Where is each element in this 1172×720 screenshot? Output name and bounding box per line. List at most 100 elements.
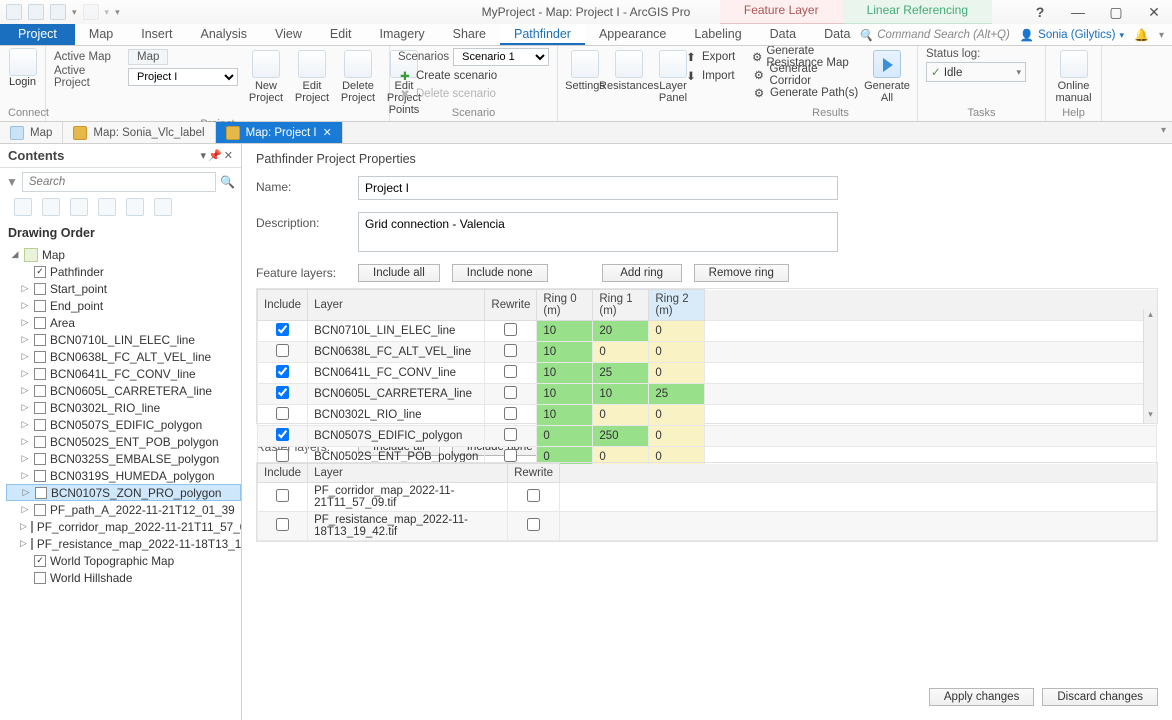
menu-tab-map[interactable]: Map bbox=[75, 24, 127, 45]
rcol-include[interactable]: Include bbox=[258, 464, 308, 483]
layer-checkbox[interactable] bbox=[34, 368, 46, 380]
rcol-layer[interactable]: Layer bbox=[308, 464, 508, 483]
ring2-cell[interactable]: 0 bbox=[649, 342, 705, 363]
layer-checkbox[interactable] bbox=[34, 385, 46, 397]
twisty-icon[interactable]: ▷ bbox=[20, 334, 30, 345]
contents-search-input[interactable] bbox=[22, 172, 216, 192]
ring1-cell[interactable]: 0 bbox=[593, 342, 649, 363]
rewrite-checkbox[interactable] bbox=[527, 489, 540, 502]
ring0-cell[interactable]: 10 bbox=[537, 405, 593, 426]
minimize-icon[interactable]: — bbox=[1064, 4, 1092, 20]
twisty-icon[interactable]: ▷ bbox=[20, 283, 30, 294]
ring1-cell[interactable]: 250 bbox=[593, 426, 649, 447]
doc-tab[interactable]: Map: Sonia_Vlc_label bbox=[63, 122, 215, 143]
layer-checkbox[interactable] bbox=[31, 521, 33, 533]
twisty-icon[interactable]: ◢ bbox=[10, 249, 20, 260]
tree-node[interactable]: ▷Start_point bbox=[6, 280, 241, 297]
tree-node[interactable]: ▷BCN0605L_CARRETERA_line bbox=[6, 382, 241, 399]
scenario-dropdown[interactable]: Scenario 1 bbox=[453, 48, 549, 66]
layer-checkbox[interactable] bbox=[34, 419, 46, 431]
description-input[interactable] bbox=[358, 212, 838, 252]
twisty-icon[interactable]: ▷ bbox=[20, 504, 30, 515]
menu-tab-analysis[interactable]: Analysis bbox=[187, 24, 262, 45]
layer-checkbox[interactable] bbox=[34, 504, 46, 516]
ring2-cell[interactable]: 0 bbox=[649, 363, 705, 384]
rewrite-checkbox[interactable] bbox=[527, 518, 540, 531]
menu-tab-project[interactable]: Project bbox=[0, 24, 75, 45]
ribbon-resistances-button[interactable]: Resistances bbox=[610, 48, 648, 94]
ring1-cell[interactable]: 0 bbox=[593, 405, 649, 426]
qat-undo-drop-icon[interactable]: ▾ bbox=[72, 7, 77, 18]
table-row[interactable]: BCN0710L_LIN_ELEC_line10200 bbox=[258, 321, 1157, 342]
table-row[interactable]: BCN0507S_EDIFIC_polygon02500 bbox=[258, 426, 1157, 447]
col-ring2[interactable]: Ring 2 (m) bbox=[649, 290, 705, 321]
layer-checkbox[interactable] bbox=[34, 402, 46, 414]
name-input[interactable] bbox=[358, 176, 838, 200]
ribbon-new-button[interactable]: New Project bbox=[244, 48, 288, 118]
twisty-icon[interactable]: ▷ bbox=[20, 436, 30, 447]
add-ring-button[interactable]: Add ring bbox=[602, 264, 682, 282]
twisty-icon[interactable]: ▷ bbox=[20, 453, 30, 464]
ring2-cell[interactable]: 0 bbox=[649, 321, 705, 342]
rewrite-checkbox[interactable] bbox=[504, 323, 517, 336]
ring2-cell[interactable]: 25 bbox=[649, 384, 705, 405]
discard-changes-button[interactable]: Discard changes bbox=[1042, 688, 1158, 706]
menu-tab-appearance[interactable]: Appearance bbox=[585, 24, 680, 45]
qat-redo-drop-icon[interactable]: ▾ bbox=[105, 7, 110, 18]
menu-tab-edit[interactable]: Edit bbox=[316, 24, 366, 45]
tree-node[interactable]: ▷BCN0107S_ZON_PRO_polygon bbox=[6, 484, 241, 501]
layer-checkbox[interactable] bbox=[34, 300, 46, 312]
twisty-icon[interactable]: ▷ bbox=[20, 368, 30, 379]
ribbon-collapse-icon[interactable]: ▾ bbox=[1159, 30, 1164, 41]
include-checkbox[interactable] bbox=[276, 428, 289, 441]
ring0-cell[interactable]: 10 bbox=[537, 363, 593, 384]
ring2-cell[interactable]: 0 bbox=[649, 405, 705, 426]
ring0-cell[interactable]: 10 bbox=[537, 321, 593, 342]
twisty-icon[interactable]: ▷ bbox=[20, 317, 30, 328]
include-checkbox[interactable] bbox=[276, 323, 289, 336]
twisty-icon[interactable]: ▷ bbox=[20, 470, 30, 481]
include-checkbox[interactable] bbox=[276, 365, 289, 378]
include-checkbox[interactable] bbox=[276, 518, 289, 531]
ring0-cell[interactable]: 10 bbox=[537, 342, 593, 363]
rewrite-checkbox[interactable] bbox=[504, 407, 517, 420]
qat-redo-icon[interactable] bbox=[83, 4, 99, 20]
table-row[interactable]: BCN0302L_RIO_line1000 bbox=[258, 405, 1157, 426]
ring1-cell[interactable]: 25 bbox=[593, 363, 649, 384]
qat-more-icon[interactable]: ▾ bbox=[115, 7, 120, 18]
layer-checkbox[interactable] bbox=[34, 283, 46, 295]
doc-tab[interactable]: Map bbox=[0, 122, 63, 143]
menu-tab-data[interactable]: Data bbox=[756, 24, 810, 45]
active-map-value[interactable]: Map bbox=[128, 49, 168, 65]
include-checkbox[interactable] bbox=[276, 344, 289, 357]
qat-save-icon[interactable] bbox=[6, 4, 22, 20]
notifications-icon[interactable]: 🔔 bbox=[1134, 28, 1149, 42]
twisty-icon[interactable]: ▷ bbox=[20, 300, 30, 311]
tree-node[interactable]: ▷PF_corridor_map_2022-11-21T11_57_09.tif bbox=[6, 518, 241, 535]
tree-node[interactable]: ▷BCN0638L_FC_ALT_VEL_line bbox=[6, 348, 241, 365]
col-layer[interactable]: Layer bbox=[308, 290, 485, 321]
layer-checkbox[interactable] bbox=[34, 453, 46, 465]
twisty-icon[interactable]: ▷ bbox=[20, 538, 27, 549]
list-by-snapping-icon[interactable] bbox=[126, 198, 144, 216]
command-search[interactable]: 🔍Command Search (Alt+Q) bbox=[859, 28, 1010, 42]
login-button[interactable]: Login bbox=[9, 76, 36, 88]
tab-close-icon[interactable]: ✕ bbox=[323, 126, 332, 139]
twisty-icon[interactable]: ▷ bbox=[20, 385, 30, 396]
gen-paths-button[interactable]: ⚙Generate Path(s) bbox=[752, 84, 859, 101]
table-row[interactable]: BCN0605L_CARRETERA_line101025 bbox=[258, 384, 1157, 405]
context-tab-linear-ref[interactable]: Linear Referencing bbox=[843, 0, 992, 24]
ring1-cell[interactable]: 20 bbox=[593, 321, 649, 342]
table-row[interactable]: PF_resistance_map_2022-11-18T13_19_42.ti… bbox=[258, 512, 1157, 541]
tree-node[interactable]: ▷BCN0302L_RIO_line bbox=[6, 399, 241, 416]
include-checkbox[interactable] bbox=[276, 386, 289, 399]
login-icon[interactable] bbox=[9, 48, 37, 76]
export-button[interactable]: ⬆Export bbox=[684, 48, 735, 65]
list-by-drawing-icon[interactable] bbox=[14, 198, 32, 216]
table-row[interactable]: BCN0638L_FC_ALT_VEL_line1000 bbox=[258, 342, 1157, 363]
help-icon[interactable]: ? bbox=[1026, 4, 1054, 20]
table-scrollbar[interactable]: ▴▾ bbox=[1143, 309, 1157, 423]
layer-checkbox[interactable] bbox=[31, 538, 33, 550]
list-by-source-icon[interactable] bbox=[42, 198, 60, 216]
user-account[interactable]: 👤Sonia (Gilytics) ▾ bbox=[1020, 28, 1124, 42]
